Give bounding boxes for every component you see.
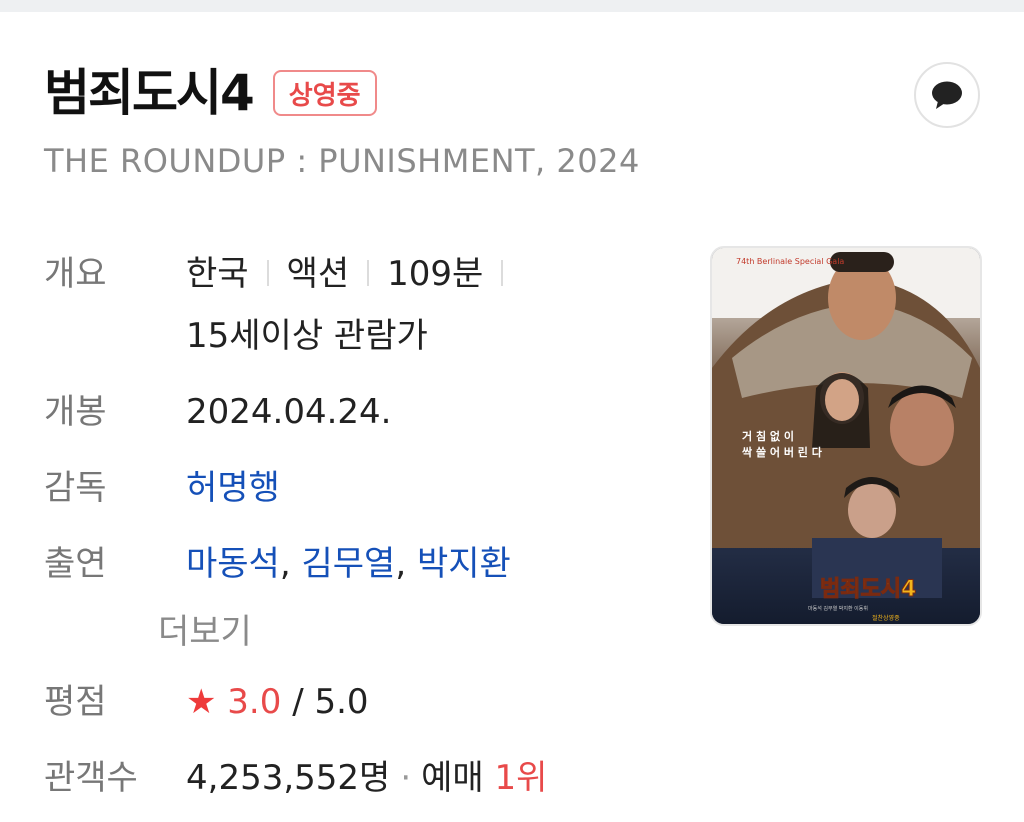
reservation-rank: 1위 [494, 758, 548, 798]
poster-tagline-2: 싹 쓸 어 버 린 다 [742, 445, 823, 459]
movie-title: 범죄도시4 [44, 64, 255, 122]
release-date: 2024.04.24. [186, 392, 392, 432]
score-number: 3.0 [227, 682, 282, 722]
festival-mark: 74th Berlinale Special Gala [736, 257, 844, 266]
country: 한국 [186, 254, 249, 294]
cast-link-2[interactable]: 김무열 [301, 544, 395, 584]
status-badge: 상영중 [272, 70, 377, 116]
comment-button[interactable] [914, 62, 980, 128]
cast-link-1[interactable]: 마동석 [186, 544, 280, 584]
divider [266, 259, 269, 286]
star-icon: ★ [186, 682, 217, 722]
cast-separator: , [279, 544, 291, 584]
cast-more-button[interactable]: 더보기 [158, 604, 252, 653]
dot-separator: · [400, 758, 412, 798]
score-label: 평점 [44, 682, 107, 722]
cast-link-3[interactable]: 박지환 [417, 544, 511, 584]
top-bar [0, 0, 1024, 12]
divider [367, 259, 370, 286]
overview-value: 한국 액션 109분 [186, 254, 521, 294]
poster-image: 74th Berlinale Special Gala 거 침 없 이 싹 쓸 … [712, 248, 980, 624]
cast-separator: , [395, 544, 407, 584]
poster-cast-line: 마동석 김무열 박지환 이동휘 [808, 605, 868, 612]
original-title: THE ROUNDUP : PUNISHMENT, 2024 [44, 142, 640, 180]
cast-label: 출연 [44, 544, 107, 584]
genre: 액션 [286, 254, 350, 294]
cast-value: 마동석, 김무열, 박지환 [186, 544, 511, 584]
audience-label: 관객수 [44, 758, 138, 798]
poster-release-line: 절찬상영중 [872, 614, 900, 622]
title-row: 범죄도시4 상영중 [44, 58, 377, 128]
age-rating: 15세이상 관람가 [186, 316, 428, 356]
release-label: 개봉 [44, 392, 107, 432]
runtime: 109분 [387, 254, 484, 294]
director-value: 허명행 [186, 468, 280, 508]
director-link[interactable]: 허명행 [186, 468, 280, 508]
audience-value: 4,253,552명 · 예매 1위 [186, 758, 547, 798]
movie-poster[interactable]: 74th Berlinale Special Gala 거 침 없 이 싹 쓸 … [710, 246, 982, 626]
audience-count: 4,253,552명 [186, 758, 391, 798]
director-label: 감독 [44, 468, 107, 508]
poster-title: 범죄도시4 [820, 577, 916, 602]
score-max: / 5.0 [292, 682, 369, 722]
reservation-label: 예매 [421, 758, 484, 798]
poster-tagline-1: 거 침 없 이 [742, 429, 794, 443]
divider [501, 259, 504, 286]
overview-label: 개요 [44, 254, 107, 294]
score-value: ★ 3.0 / 5.0 [186, 682, 369, 722]
speech-bubble-icon [932, 81, 962, 109]
